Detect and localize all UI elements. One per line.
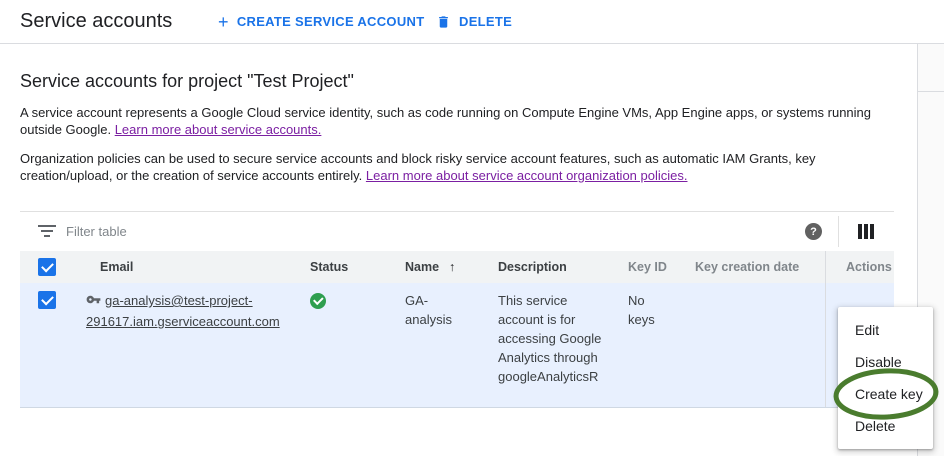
- plus-icon: +: [218, 14, 229, 30]
- create-service-account-button[interactable]: + CREATE SERVICE ACCOUNT: [218, 14, 424, 30]
- learn-more-service-accounts-link[interactable]: Learn more about service accounts.: [115, 122, 322, 137]
- status-enabled-icon: [310, 293, 326, 309]
- help-icon[interactable]: ?: [805, 223, 822, 240]
- service-accounts-page: Service accounts + CREATE SERVICE ACCOUN…: [0, 0, 944, 456]
- row-checkbox[interactable]: [38, 291, 56, 309]
- row-actions-menu: Edit Disable Create key Delete: [838, 307, 933, 449]
- menu-item-create-key[interactable]: Create key: [838, 378, 933, 410]
- table-filter-bar: ?: [20, 212, 894, 251]
- page-toolbar: Service accounts + CREATE SERVICE ACCOUN…: [0, 0, 944, 44]
- column-header-key-id[interactable]: Key ID: [628, 260, 695, 274]
- column-display-icon[interactable]: [858, 224, 874, 239]
- org-policy-paragraph: Organization policies can be used to sec…: [20, 150, 898, 184]
- trash-icon: [436, 14, 451, 30]
- filter-bar-divider: [838, 216, 839, 247]
- column-header-name[interactable]: Name↑: [405, 260, 498, 274]
- section-heading: Service accounts for project "Test Proje…: [20, 71, 354, 92]
- column-header-status[interactable]: Status: [310, 260, 405, 274]
- intro-paragraph: A service account represents a Google Cl…: [20, 104, 898, 138]
- menu-item-disable[interactable]: Disable: [838, 346, 933, 378]
- row-key-id-cell: No keys: [628, 283, 695, 329]
- learn-more-org-policies-link[interactable]: Learn more about service account organiz…: [366, 168, 688, 183]
- service-account-email-link[interactable]: ga-analysis@test-project-291617.iam.gser…: [86, 293, 280, 329]
- page-title: Service accounts: [20, 10, 172, 33]
- column-header-email[interactable]: Email: [86, 260, 310, 274]
- column-header-key-creation-date[interactable]: Key creation date: [695, 260, 825, 274]
- sort-ascending-icon: ↑: [449, 260, 455, 274]
- service-account-key-icon: [86, 292, 101, 312]
- row-name-cell: GA-analysis: [405, 283, 498, 329]
- row-description-cell: This service account is for accessing Go…: [498, 283, 628, 386]
- delete-button[interactable]: DELETE: [436, 14, 512, 30]
- select-all-checkbox[interactable]: [38, 258, 56, 276]
- info-panel-header: [918, 44, 944, 92]
- row-email-cell: ga-analysis@test-project-291617.iam.gser…: [86, 283, 310, 331]
- column-header-description[interactable]: Description: [498, 260, 628, 274]
- create-service-account-label: CREATE SERVICE ACCOUNT: [237, 14, 425, 29]
- table-row[interactable]: ga-analysis@test-project-291617.iam.gser…: [20, 283, 894, 408]
- menu-item-edit[interactable]: Edit: [838, 314, 933, 346]
- column-header-actions: Actions: [825, 251, 894, 283]
- table-header-row: Email Status Name↑ Description Key ID Ke…: [20, 251, 894, 283]
- row-key-creation-date-cell: [695, 283, 825, 291]
- service-accounts-table-card: ? Email Status Name↑ Description Key ID …: [20, 211, 894, 408]
- delete-label: DELETE: [459, 14, 512, 29]
- filter-table-input[interactable]: [66, 218, 756, 244]
- filter-icon: [38, 225, 56, 237]
- row-status-cell: [310, 283, 405, 309]
- menu-item-delete[interactable]: Delete: [838, 410, 933, 442]
